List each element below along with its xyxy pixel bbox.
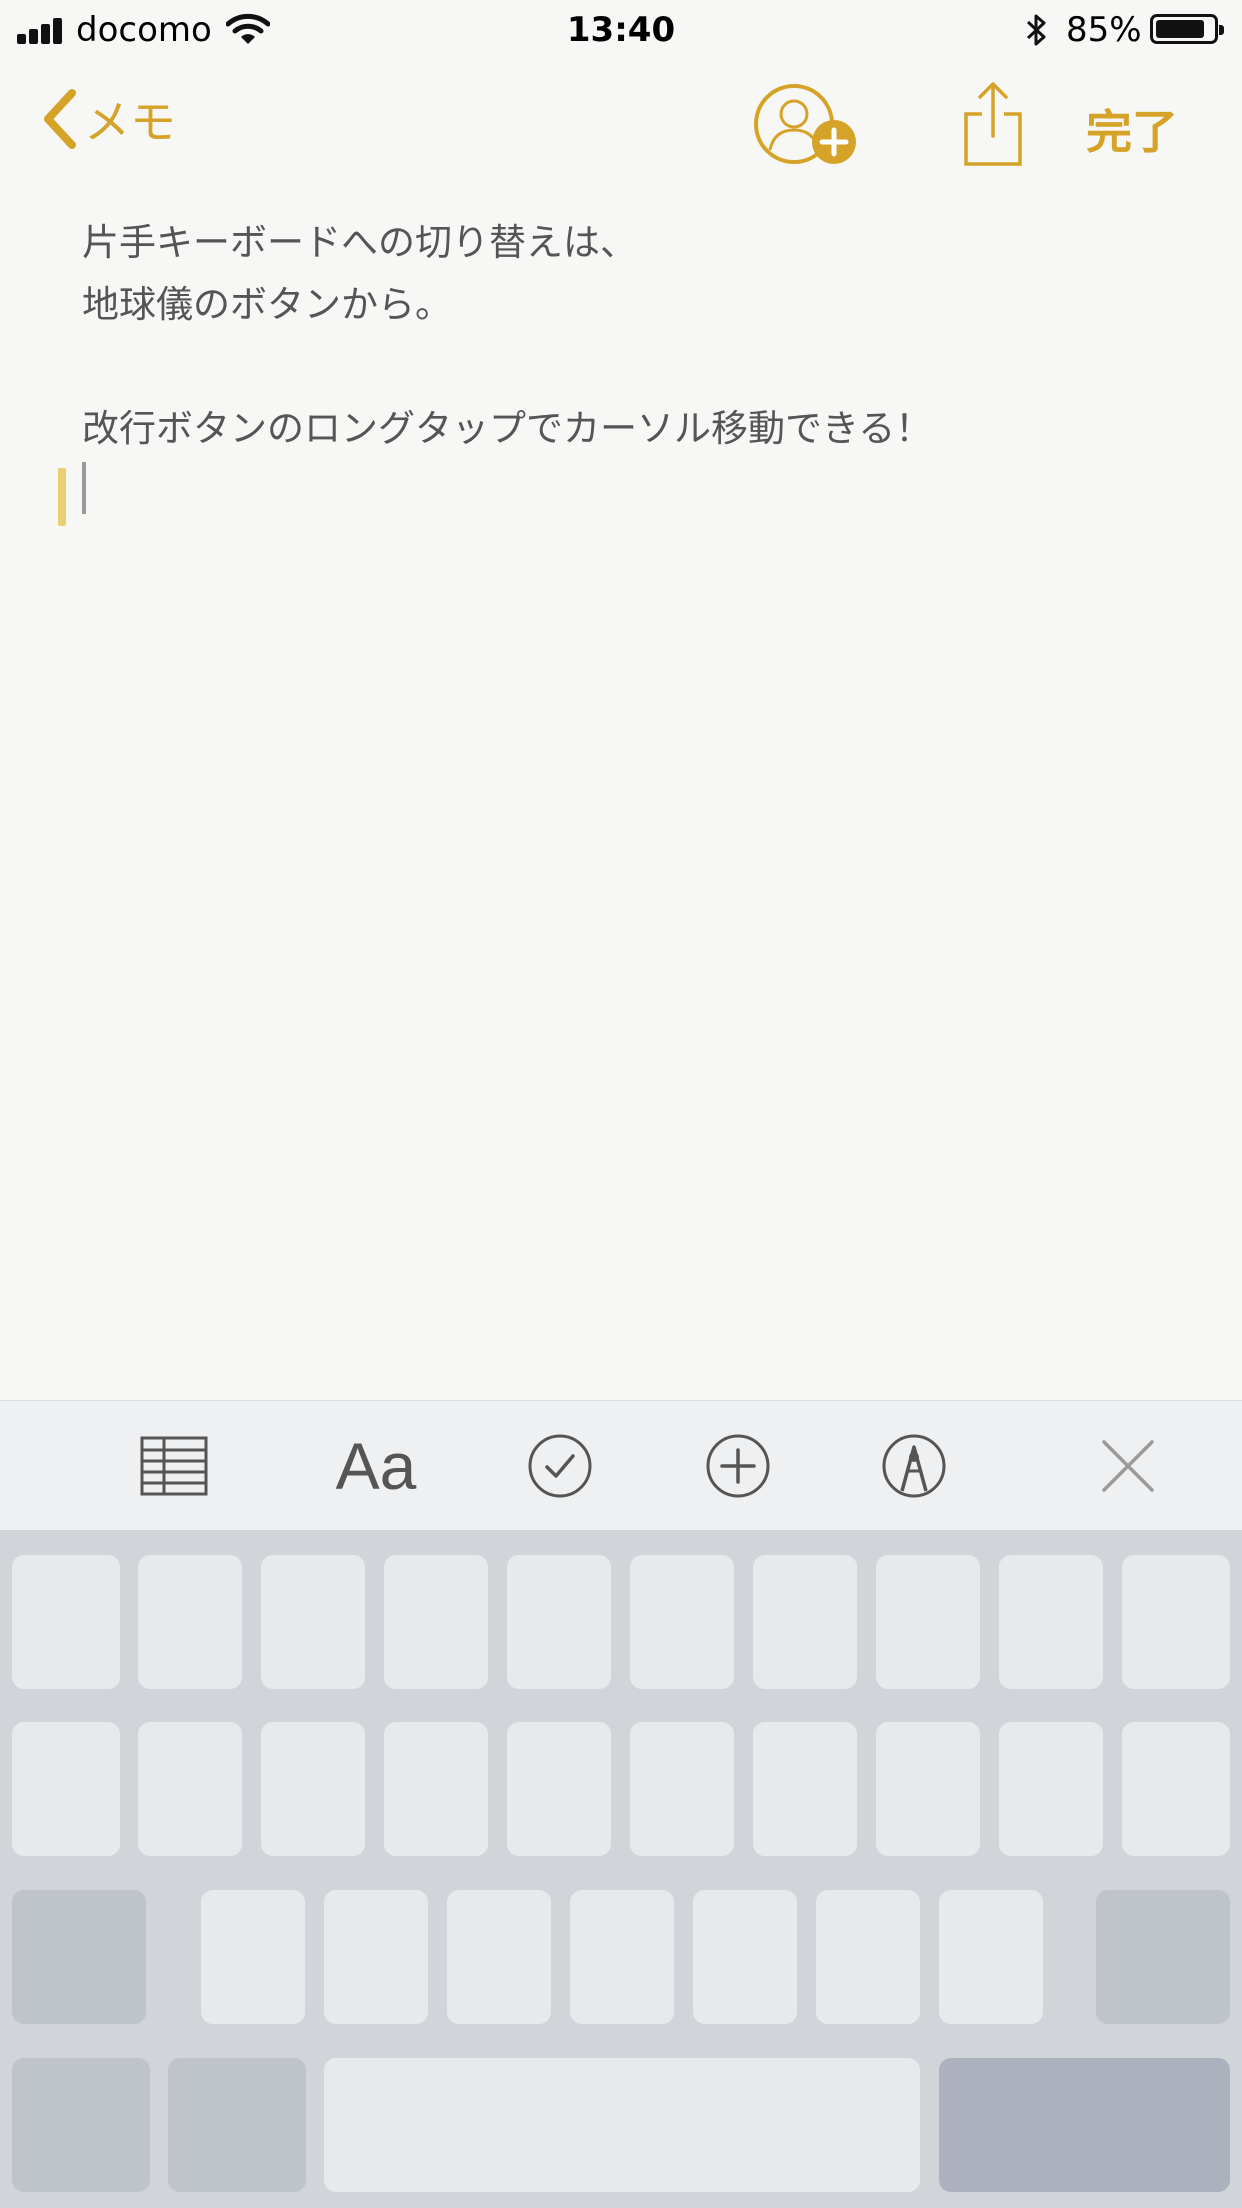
close-icon (1102, 1440, 1154, 1492)
keyboard-key[interactable] (261, 1555, 365, 1689)
keyboard-key[interactable] (876, 1722, 980, 1856)
keyboard-key[interactable] (630, 1555, 734, 1689)
note-line: 改行ボタンのロングタップでカーソル移動できる！ (82, 407, 933, 450)
checklist-button[interactable] (510, 1401, 610, 1531)
keyboard-key[interactable] (630, 1722, 734, 1856)
status-bar: docomo 13:40 85% (0, 0, 1242, 62)
bluetooth-icon (1026, 14, 1046, 46)
done-button[interactable]: 完了 (1086, 96, 1178, 162)
format-button[interactable]: Aa (316, 1401, 436, 1531)
plus-circle-icon (706, 1434, 770, 1498)
note-line: 地球儀のボタンから。 (82, 283, 452, 326)
add-person-button[interactable] (752, 82, 862, 172)
notes-screen: docomo 13:40 85% メモ 完了 片手キーボードへの切り替えは、 地… (0, 0, 1242, 2208)
keyboard-key[interactable] (12, 1722, 120, 1856)
keyboard-key[interactable] (999, 1555, 1103, 1689)
keyboard (0, 1530, 1242, 2208)
delete-key[interactable] (1096, 1890, 1230, 2024)
keyboard-key[interactable] (939, 1890, 1043, 2024)
keyboard-key[interactable] (1122, 1722, 1230, 1856)
keyboard-key[interactable] (753, 1722, 857, 1856)
keyboard-key[interactable] (12, 1555, 120, 1689)
close-toolbar-button[interactable] (1078, 1401, 1178, 1531)
chevron-left-icon (44, 89, 76, 149)
current-line-marker (58, 468, 66, 526)
battery-icon (1150, 14, 1224, 44)
markup-button[interactable] (864, 1401, 964, 1531)
keyboard-key[interactable] (324, 1890, 428, 2024)
keyboard-key[interactable] (447, 1890, 551, 2024)
notes-toolbar: Aa (0, 1400, 1242, 1531)
globe-key[interactable] (168, 2058, 306, 2192)
keyboard-key[interactable] (876, 1555, 980, 1689)
status-time: 13:40 (566, 10, 676, 50)
keyboard-key[interactable] (693, 1890, 797, 2024)
keyboard-key[interactable] (138, 1722, 242, 1856)
table-icon (140, 1436, 208, 1496)
keyboard-key[interactable] (261, 1722, 365, 1856)
text-cursor (82, 462, 86, 514)
keyboard-key[interactable] (384, 1555, 488, 1689)
keyboard-key[interactable] (138, 1555, 242, 1689)
note-line (82, 336, 1182, 398)
add-person-icon (754, 84, 856, 164)
space-key[interactable] (324, 2058, 920, 2192)
keyboard-key[interactable] (999, 1722, 1103, 1856)
shift-key[interactable] (12, 1890, 146, 2024)
number-switch-key[interactable] (12, 2058, 150, 2192)
keyboard-key[interactable] (1122, 1555, 1230, 1689)
keyboard-key[interactable] (384, 1722, 488, 1856)
back-button-label: メモ (84, 95, 176, 149)
return-key[interactable] (939, 2058, 1230, 2192)
share-button[interactable] (962, 80, 1024, 168)
keyboard-key[interactable] (816, 1890, 920, 2024)
keyboard-key[interactable] (753, 1555, 857, 1689)
keyboard-key[interactable] (201, 1890, 305, 2024)
back-button[interactable]: メモ (40, 86, 176, 152)
pen-tip-icon (882, 1434, 946, 1498)
keyboard-key[interactable] (507, 1722, 611, 1856)
keyboard-key[interactable] (570, 1890, 674, 2024)
note-text-area[interactable]: 片手キーボードへの切り替えは、 地球儀のボタンから。 改行ボタンのロングタップで… (82, 212, 1182, 460)
checkmark-circle-icon (528, 1434, 592, 1498)
table-button[interactable] (124, 1401, 224, 1531)
insert-button[interactable] (688, 1401, 788, 1531)
note-line: 片手キーボードへの切り替えは、 (82, 221, 637, 264)
keyboard-key[interactable] (507, 1555, 611, 1689)
battery-percent: 85% (1066, 10, 1142, 50)
share-icon (964, 82, 1022, 166)
